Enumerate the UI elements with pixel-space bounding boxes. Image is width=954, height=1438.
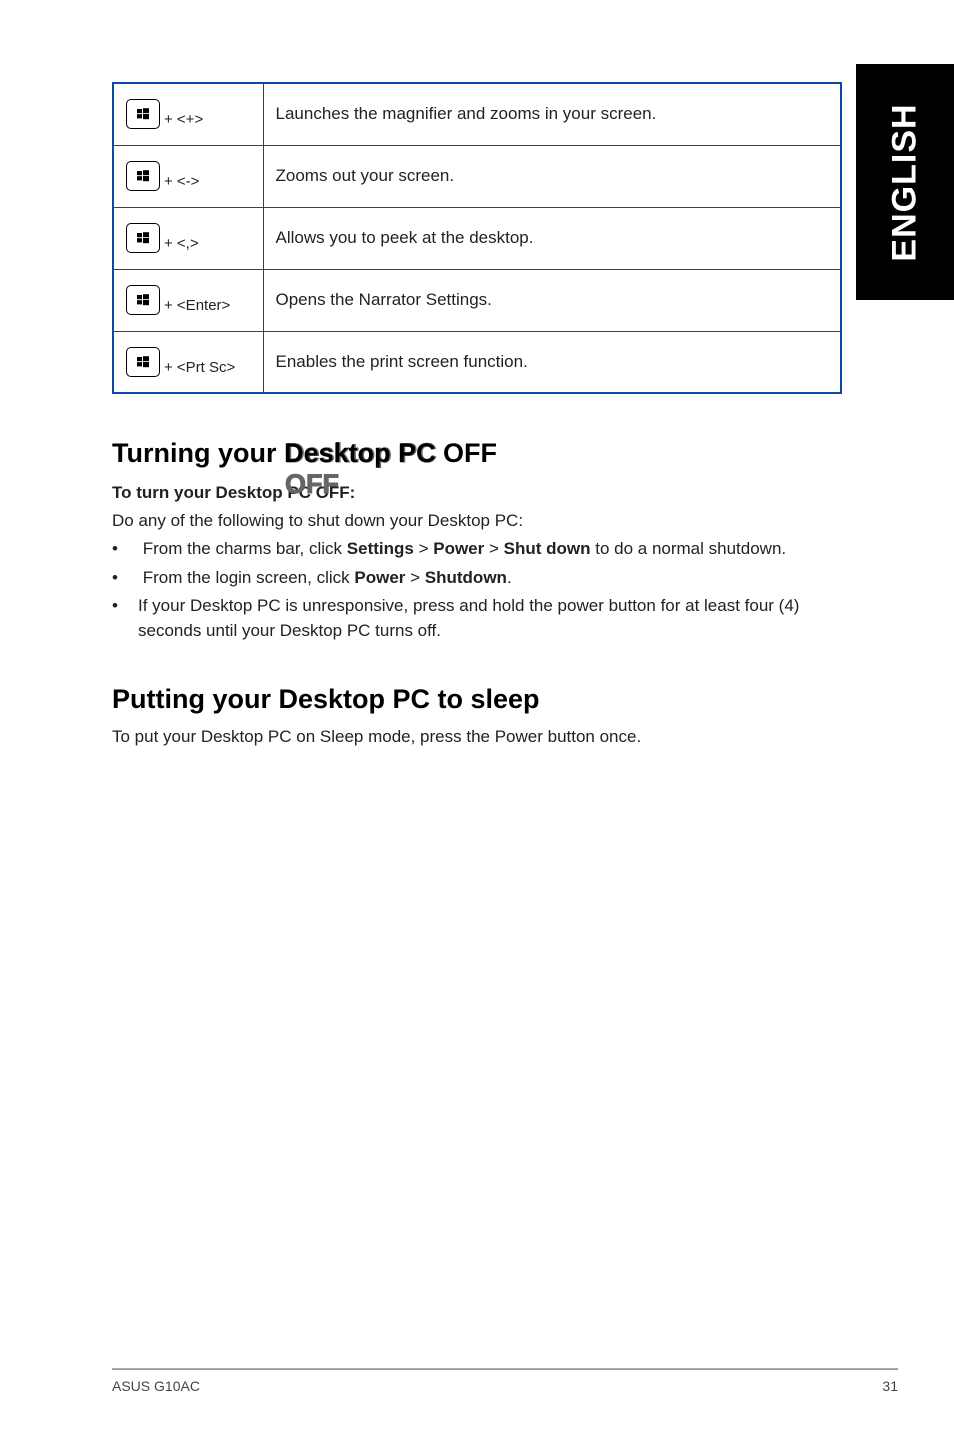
table-row: + <-> Zooms out your screen. [113,145,841,207]
heading-turn-off: Turning your Desktop PC OFF [112,438,842,469]
windows-key-icon [126,161,160,191]
windows-key-icon [126,285,160,315]
key-cell: + <+> [113,83,263,145]
windows-key-icon [126,99,160,129]
key-combo-label: + <-> [164,173,199,190]
list-item: If your Desktop PC is unresponsive, pres… [112,594,842,643]
language-side-tab: ENGLISH [856,64,954,300]
shortcut-description: Opens the Narrator Settings. [263,269,841,331]
shortcut-description: Allows you to peek at the desktop. [263,207,841,269]
list-item: From the login screen, click Power > Shu… [112,566,842,591]
windows-key-icon [126,347,160,377]
heading-prefix: Turning your [112,438,284,468]
list-item: From the charms bar, click Settings > Po… [112,537,842,562]
shortcut-table: + <+> Launches the magnifier and zooms i… [112,82,842,394]
windows-key-icon [126,223,160,253]
footer-page-number: 31 [882,1378,898,1394]
table-row: + <,> Allows you to peek at the desktop. [113,207,841,269]
shutdown-steps-list: From the charms bar, click Settings > Po… [112,537,842,644]
shortcut-description: Enables the print screen function. [263,331,841,393]
heading-bold: Desktop PC OFF [284,438,497,469]
key-cell: + <Enter> [113,269,263,331]
key-cell: + <-> [113,145,263,207]
key-combo-label: + <Enter> [164,297,230,314]
key-cell: + <,> [113,207,263,269]
shortcut-description: Launches the magnifier and zooms in your… [263,83,841,145]
key-cell: + <Prt Sc> [113,331,263,393]
sleep-body: To put your Desktop PC on Sleep mode, pr… [112,727,842,747]
table-row: + <+> Launches the magnifier and zooms i… [113,83,841,145]
lead-text: Do any of the following to shut down you… [112,511,842,531]
table-row: + <Prt Sc> Enables the print screen func… [113,331,841,393]
heading-sleep: Putting your Desktop PC to sleep [112,684,842,715]
language-label: ENGLISH [886,103,925,261]
key-combo-label: + <,> [164,235,199,252]
page-content: + <+> Launches the magnifier and zooms i… [112,82,842,747]
key-combo-label: + <+> [164,111,203,128]
table-row: + <Enter> Opens the Narrator Settings. [113,269,841,331]
shortcut-description: Zooms out your screen. [263,145,841,207]
footer-divider [112,1368,898,1370]
page-footer: ASUS G10AC 31 [112,1368,898,1394]
footer-model: ASUS G10AC [112,1378,200,1394]
key-combo-label: + <Prt Sc> [164,359,235,376]
